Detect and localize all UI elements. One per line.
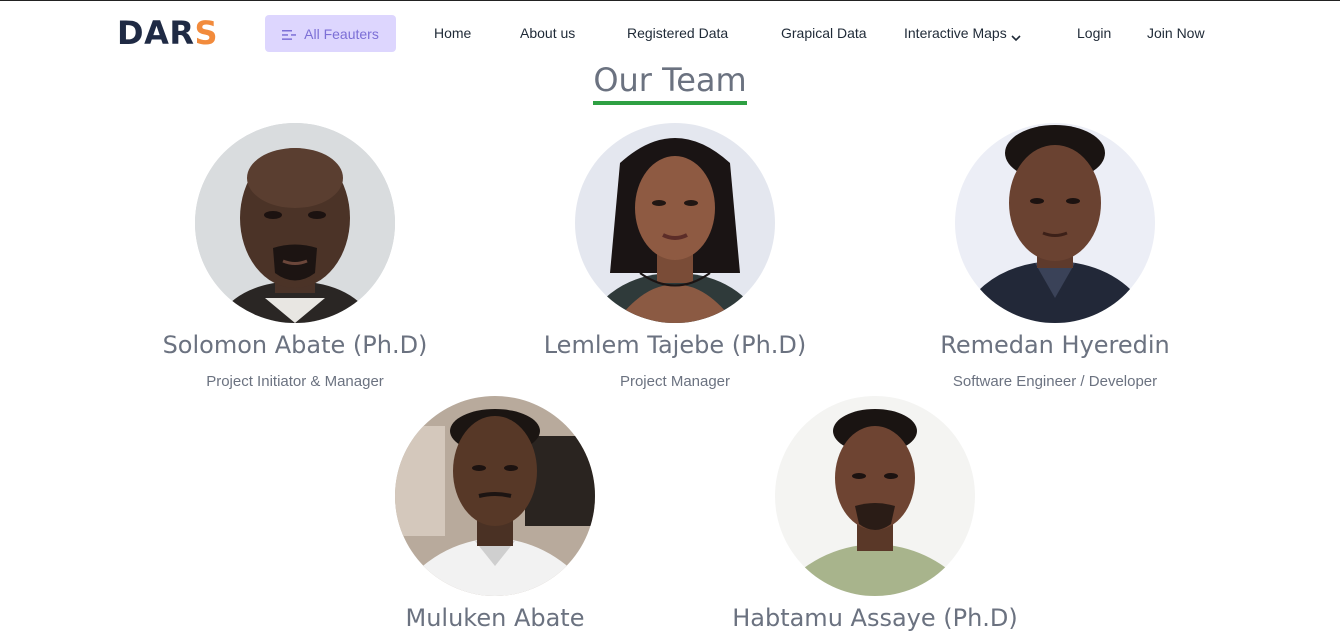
nav-graphical-data-link[interactable]: Grapical Data xyxy=(781,25,867,41)
member-name: Solomon Abate (Ph.D) xyxy=(162,331,428,359)
nav-about-link[interactable]: About us xyxy=(520,25,575,41)
brand-name-main: DAR xyxy=(117,14,195,52)
nav-interactive-maps-dropdown[interactable]: Interactive Maps xyxy=(904,25,1021,42)
our-team-heading-wrap: Our Team xyxy=(0,61,1340,105)
member-photo xyxy=(775,396,975,596)
member-photo xyxy=(195,123,395,323)
team-member-card: Habtamu Assaye (Ph.D) xyxy=(685,396,1065,632)
brand-name-accent: S xyxy=(194,14,219,52)
nav-registered-data-link[interactable]: Registered Data xyxy=(627,25,728,41)
member-name: Remedan Hyeredin xyxy=(940,331,1170,359)
member-photo xyxy=(395,396,595,596)
nav-login-link[interactable]: Login xyxy=(1077,25,1111,41)
nav-join-now-link[interactable]: Join Now xyxy=(1147,25,1205,41)
top-navbar: DARS All Feauters Home About us Register… xyxy=(0,1,1340,65)
member-name: Lemlem Tajebe (Ph.D) xyxy=(543,331,807,359)
member-photo xyxy=(575,123,775,323)
brand-logo[interactable]: DARS xyxy=(117,14,218,52)
team-member-card: Lemlem Tajebe (Ph.D) Project Manager xyxy=(485,123,865,390)
menu-lines-icon xyxy=(282,28,297,40)
team-member-card: Remedan Hyeredin Software Engineer / Dev… xyxy=(865,123,1245,390)
member-role: Project Manager xyxy=(619,373,731,390)
member-name: Muluken Abate xyxy=(405,604,585,632)
member-role: Project Initiator & Manager xyxy=(206,373,384,390)
member-role: Software Engineer / Developer xyxy=(952,373,1158,390)
nav-interactive-maps-label: Interactive Maps xyxy=(904,25,1007,41)
all-features-button[interactable]: All Feauters xyxy=(265,15,396,52)
team-member-card: Muluken Abate xyxy=(305,396,685,632)
our-team-heading: Our Team xyxy=(593,61,747,105)
member-photo xyxy=(955,123,1155,323)
member-name: Habtamu Assaye (Ph.D) xyxy=(732,604,1018,632)
all-features-label: All Feauters xyxy=(304,25,379,42)
team-member-card: Solomon Abate (Ph.D) Project Initiator &… xyxy=(105,123,485,390)
chevron-down-icon xyxy=(1011,29,1021,42)
nav-home-link[interactable]: Home xyxy=(434,25,471,41)
